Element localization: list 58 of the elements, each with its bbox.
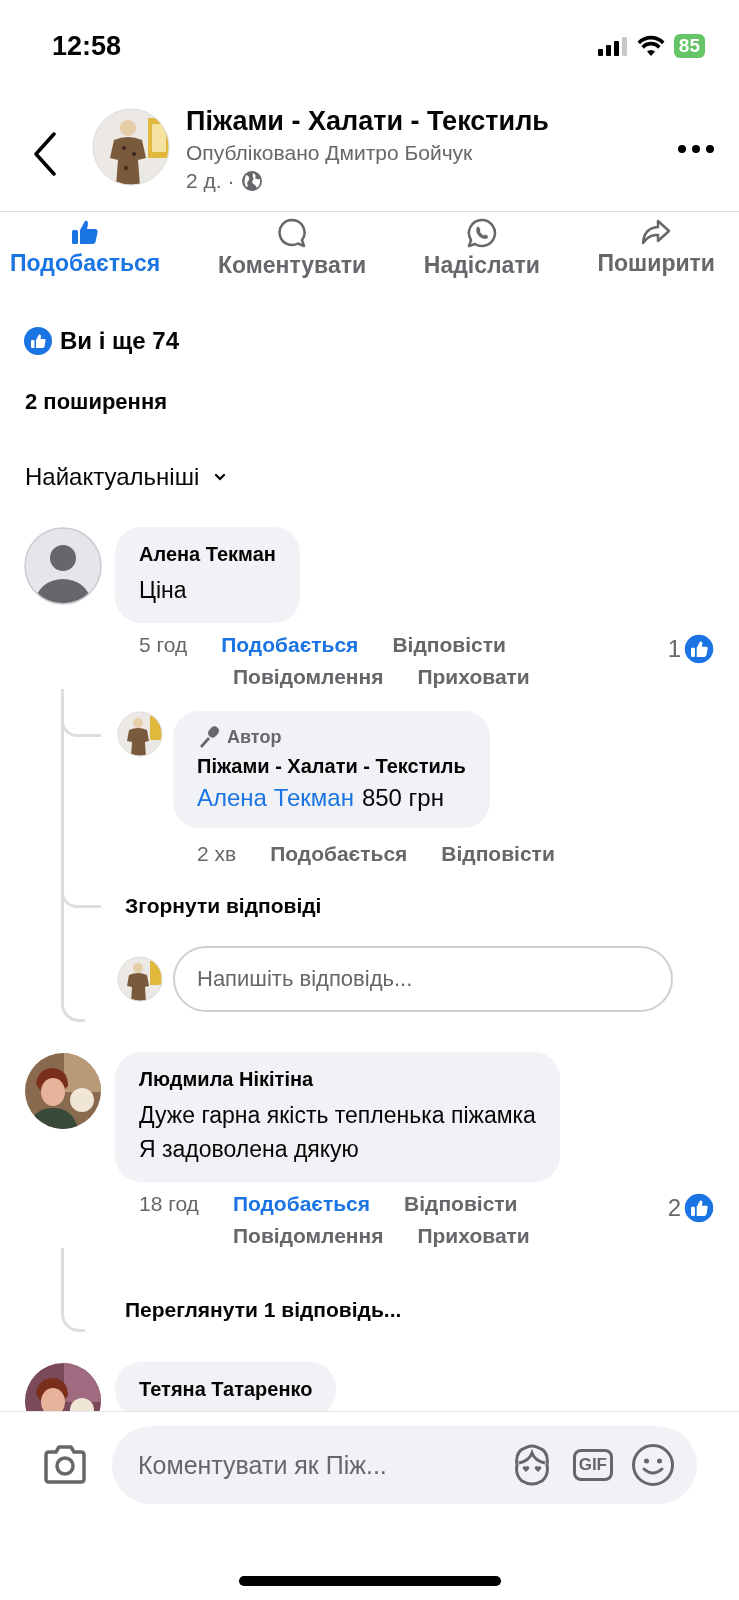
sort-dropdown[interactable]: Найактуальніші [25, 457, 228, 497]
signal-icon [597, 36, 628, 56]
action-tab[interactable]: Поширити [597, 218, 715, 279]
action-tab[interactable]: Надіслати [423, 218, 540, 279]
post-age: 2 д. [186, 169, 222, 193]
comment-time: 5 год [139, 633, 188, 658]
like-count: 2 [667, 1194, 681, 1223]
comment-input-field[interactable]: Коментувати як Піж... GIF [112, 1426, 697, 1504]
more-icon[interactable] [677, 144, 715, 154]
back-icon[interactable] [32, 132, 58, 176]
microphone-icon [197, 725, 221, 750]
comment-action-link[interactable]: Приховати [417, 1224, 530, 1249]
like-reaction-icon [24, 327, 52, 355]
whatsapp-icon [466, 218, 497, 248]
comment-text: 850 грн [361, 784, 444, 813]
speech-bubble-icon [277, 218, 308, 248]
comment-action-link[interactable]: Повідомлення [233, 665, 384, 690]
like-link[interactable]: Подобається [232, 1192, 371, 1217]
comment-time: 18 год [139, 1192, 199, 1217]
comment-text: Ціна [139, 576, 188, 605]
reply-link[interactable]: Відповісти [441, 842, 555, 867]
reactions-count[interactable]: Ви і ще 74 [60, 327, 180, 355]
reply-input-field[interactable]: Напишіть відповідь... [173, 946, 673, 1013]
like-link[interactable]: Подобається [270, 842, 408, 867]
camera-icon[interactable] [42, 1445, 88, 1485]
shares-count[interactable]: 2 поширення [0, 369, 739, 447]
reply-link[interactable]: Відповісти [392, 633, 506, 658]
view-replies-link[interactable]: Переглянути 1 відповідь... [125, 1298, 402, 1322]
action-tab[interactable]: Коментувати [217, 218, 367, 279]
comment-author[interactable]: Людмила Нікітіна [139, 1068, 536, 1092]
comment-action-link[interactable]: Повідомлення [233, 1224, 384, 1249]
comment-text: Дуже гарна якість тепленька піжамка Я задоволена дякую [139, 1101, 536, 1164]
chevron-down-icon [213, 472, 228, 482]
author-label: Автор [227, 726, 282, 748]
battery-indicator: 85 [673, 34, 705, 58]
publisher-text: Опубліковано Дмитро Бойчук [186, 141, 474, 165]
like-reaction-icon [683, 1192, 715, 1225]
comment-author[interactable]: Піжами - Халати - Текстиль [197, 755, 466, 779]
wifi-icon [636, 35, 665, 57]
page-title[interactable]: Піжами - Халати - Текстиль [186, 106, 677, 137]
like-count: 1 [667, 635, 681, 664]
collapse-replies-link[interactable]: Згорнути відповіді [125, 894, 322, 918]
comment-author[interactable]: Тетяна Татаренко [139, 1378, 313, 1402]
reply-link[interactable]: Відповісти [404, 1192, 518, 1217]
thumbs-up-icon [71, 218, 100, 246]
comment-author[interactable]: Алена Текман [139, 543, 276, 566]
mention-link[interactable]: Алена Текман [197, 784, 354, 813]
action-tab[interactable]: Подобається [10, 218, 161, 279]
share-arrow-icon [641, 218, 672, 246]
comment-action-link[interactable]: Приховати [417, 665, 530, 690]
status-time: 12:58 [52, 30, 122, 62]
like-reaction-icon [683, 633, 715, 666]
gif-button[interactable]: GIF [572, 1449, 613, 1481]
separator-dot: · [227, 169, 235, 193]
comment-time: 2 хв [197, 842, 237, 867]
globe-icon [240, 170, 263, 192]
emoji-icon[interactable] [631, 1443, 675, 1487]
like-link[interactable]: Подобається [221, 633, 359, 658]
